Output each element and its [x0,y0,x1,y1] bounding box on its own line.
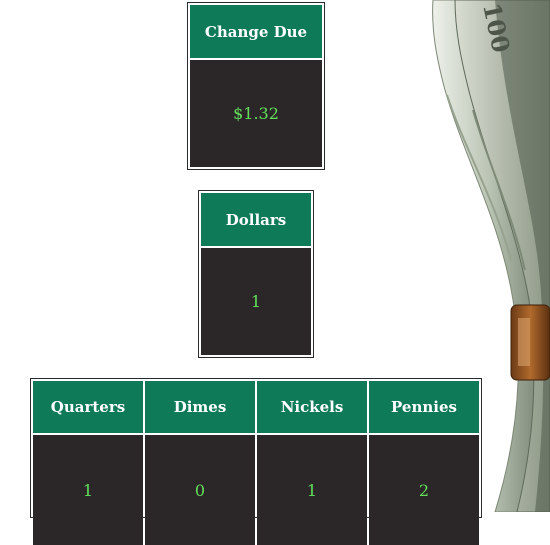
change-due-value: $1.32 [190,60,322,167]
change-due-panel: Change Due $1.32 [187,2,325,170]
coins-value-row: 1 0 1 2 [33,433,479,545]
dollars-value: 1 [201,248,311,355]
money-band [510,304,550,381]
coins-header-row: Quarters Dimes Nickels Pennies [33,381,479,433]
dimes-header: Dimes [145,381,255,433]
nickels-header: Nickels [257,381,367,433]
coins-table: Quarters Dimes Nickels Pennies 1 0 1 2 [30,378,482,545]
money-roll-illustration: 100 [432,0,550,512]
nickels-value: 1 [257,435,367,545]
quarters-header: Quarters [33,381,143,433]
dollars-panel: Dollars 1 [198,190,314,358]
dollars-header: Dollars [201,193,311,246]
quarters-value: 1 [33,435,143,545]
dimes-value: 0 [145,435,255,545]
change-due-header: Change Due [190,5,322,58]
